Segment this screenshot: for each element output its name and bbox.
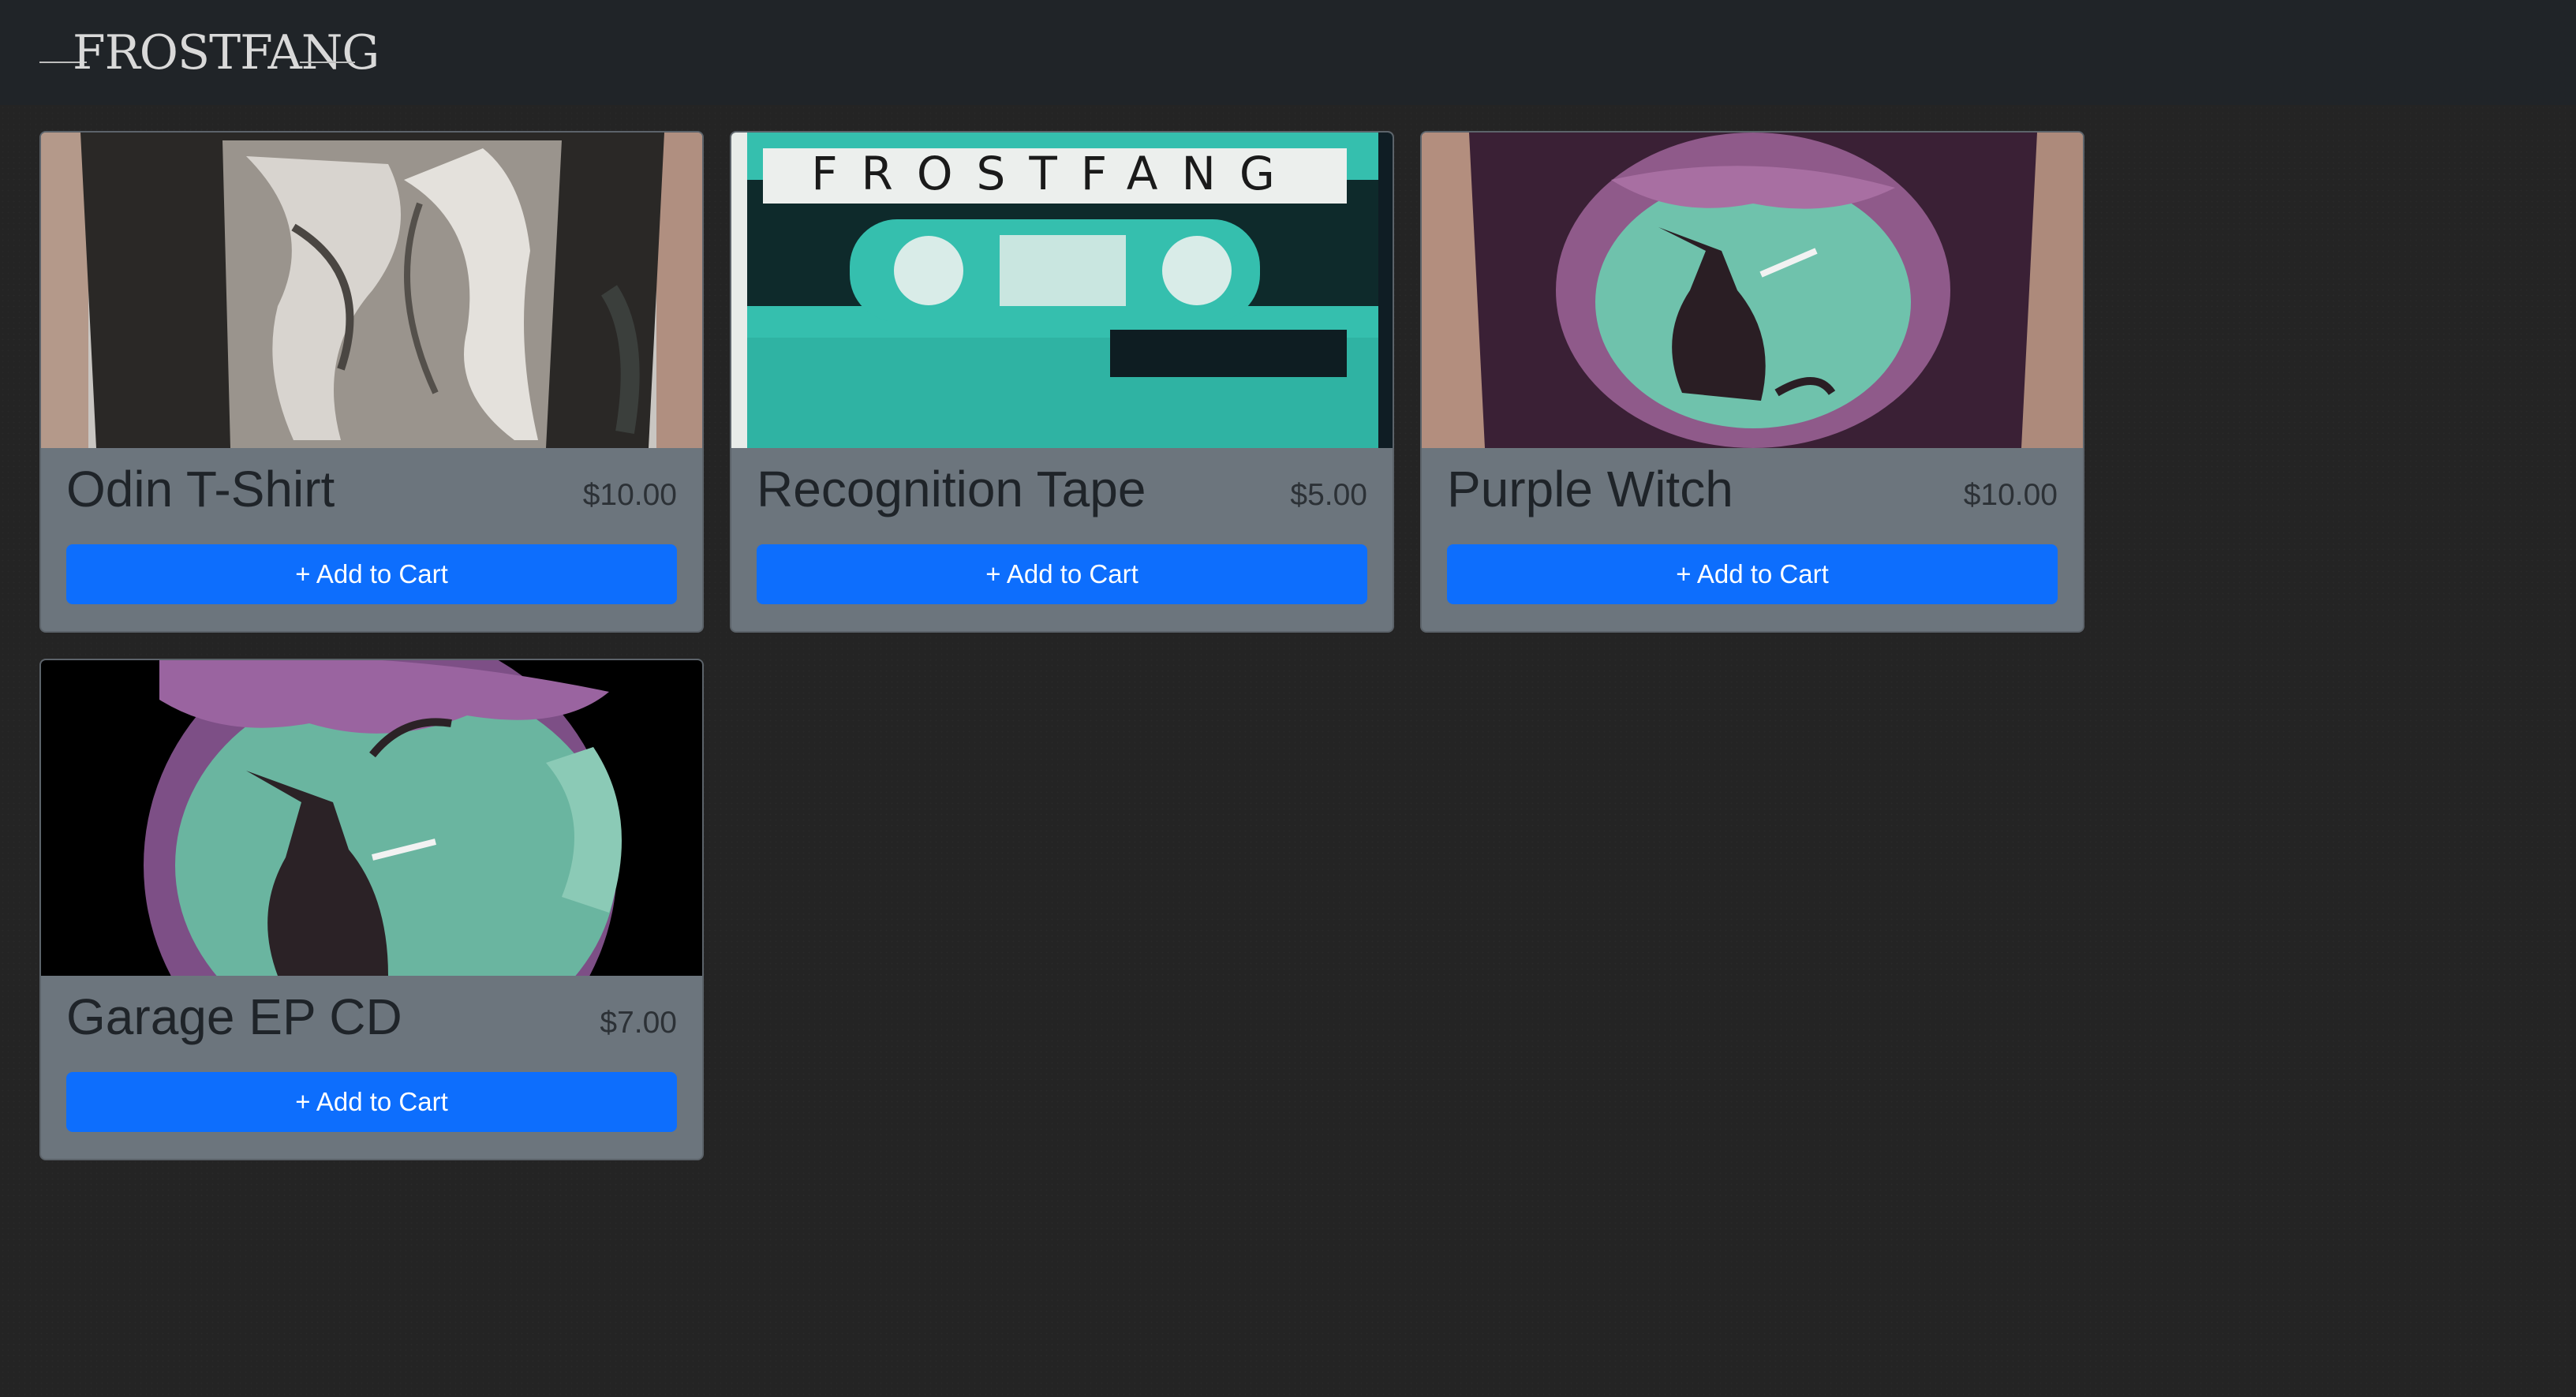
logo-text: FROSTFANG xyxy=(73,25,379,80)
product-price: $5.00 xyxy=(1290,478,1367,512)
add-to-cart-button[interactable]: + Add to Cart xyxy=(66,1072,677,1132)
tape-label-text: FROSTFANG xyxy=(811,147,1299,200)
frostfang-logo[interactable]: FROSTFANG xyxy=(39,24,379,82)
product-card-recognition-tape: FROSTFANG Recognition Tape $5.00 + Add t… xyxy=(730,131,1394,633)
product-card-odin-tshirt: Odin T-Shirt $10.00 + Add to Cart xyxy=(39,131,704,633)
product-image-garage-ep-cd[interactable] xyxy=(41,660,702,976)
product-price: $7.00 xyxy=(600,1006,677,1040)
add-to-cart-button[interactable]: + Add to Cart xyxy=(757,544,1367,604)
product-card-purple-witch: Purple Witch $10.00 + Add to Cart xyxy=(1420,131,2084,633)
product-image-odin-tshirt[interactable] xyxy=(41,133,702,448)
add-to-cart-button[interactable]: + Add to Cart xyxy=(66,544,677,604)
product-title: Garage EP CD xyxy=(66,988,402,1045)
top-navbar: FROSTFANG xyxy=(0,0,2576,105)
logo-line-right xyxy=(300,62,355,63)
product-image-recognition-tape[interactable]: FROSTFANG xyxy=(731,133,1393,448)
product-title: Odin T-Shirt xyxy=(66,461,335,517)
product-price: $10.00 xyxy=(1963,478,2058,512)
product-price: $10.00 xyxy=(582,478,677,512)
product-title: Recognition Tape xyxy=(757,461,1146,517)
product-image-purple-witch[interactable] xyxy=(1422,133,2083,448)
product-title: Purple Witch xyxy=(1447,461,1733,517)
add-to-cart-button[interactable]: + Add to Cart xyxy=(1447,544,2058,604)
product-card-garage-ep-cd: Garage EP CD $7.00 + Add to Cart xyxy=(39,659,704,1160)
